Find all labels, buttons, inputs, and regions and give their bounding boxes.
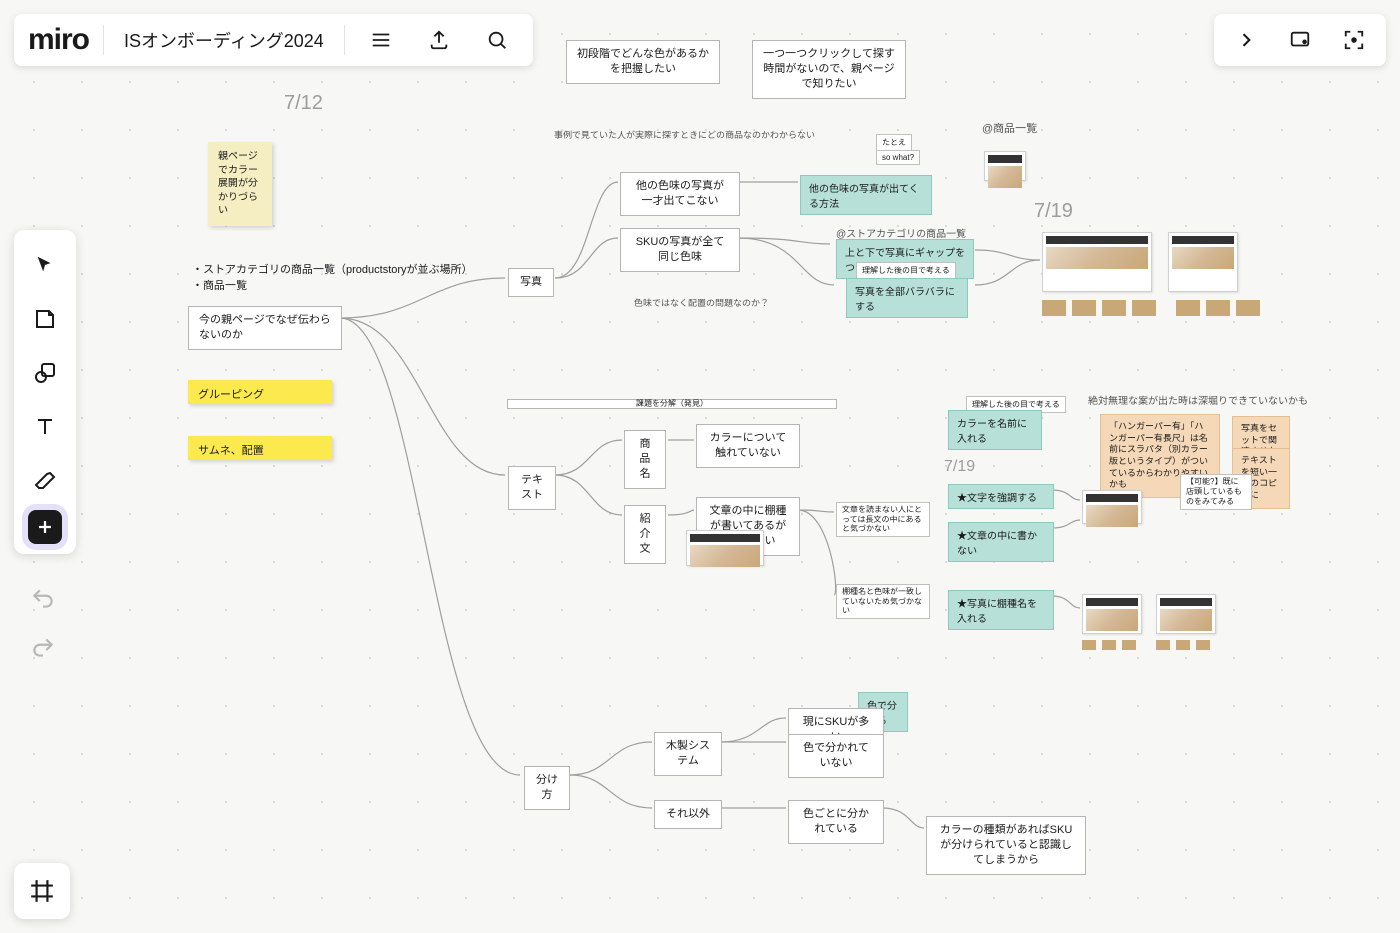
topbar-left: miro ISオンボーディング2024 [14,14,533,66]
topbar-right [1214,14,1386,66]
undo-icon[interactable] [30,586,56,617]
whitebox-possible[interactable]: 【可能?】既に店頭しているものをみてみる [1180,474,1252,510]
text-store-category: ・ストアカテゴリの商品一覧（productstoryが並ぶ場所） [192,263,473,278]
eraser-tool[interactable] [20,456,70,506]
teal-photo-shelf-name[interactable]: ★写真に棚種名を入れる [948,590,1054,630]
caption-absurd: 絶対無理な案が出た時は深堀りできていないかも [1088,392,1308,407]
node-no-color-mention[interactable]: カラーについて触れていない [696,424,800,468]
teal-colorname[interactable]: カラーを名前に入れる [948,410,1042,450]
teal-emphasize[interactable]: ★文字を強調する [948,484,1054,509]
node-not-split-color[interactable]: 色で分かれていない [788,734,884,778]
teal-not-inline[interactable]: ★文章の中に書かない [948,522,1054,562]
frame-tool[interactable] [14,863,70,919]
node-perceived-split[interactable]: カラーの種類があればSKUが分けられていると認識してしまうから [926,816,1086,875]
shape-tool[interactable] [20,348,70,398]
tool-rail [14,230,76,554]
date-719a: 7/19 [1034,200,1073,223]
undo-redo [18,586,68,666]
caption-case: 事例で見ていた人が実際に探すときにどの商品なのかわからない [554,128,815,141]
node-header-strip[interactable]: 課題を分解（発見） [507,399,837,409]
fit-view-icon[interactable] [1332,18,1376,62]
divider [103,25,104,55]
node-wood-system[interactable]: 木製システム [654,732,722,776]
caption-products: @商品一覧 [982,120,1037,136]
node-split-by-color[interactable]: 色ごとに分かれている [788,800,884,844]
sticky-thumbnail[interactable]: サムネ、配置 [188,436,332,460]
thumbnail-b[interactable] [1042,232,1152,292]
menu-icon[interactable] [359,18,403,62]
thumbnail-f[interactable] [1156,594,1216,634]
export-icon[interactable] [417,18,461,62]
presentation-icon[interactable] [1278,18,1322,62]
text-product-list: ・商品一覧 [192,279,247,294]
swatch-row-3 [1082,640,1136,650]
node-photo-a[interactable]: 他の色味の写真が一才出てこない [620,172,740,216]
redo-icon[interactable] [30,635,56,666]
tag-sowhat[interactable]: so what? [876,150,920,165]
chevron-right-icon[interactable] [1224,18,1268,62]
miro-logo[interactable]: miro [28,23,89,57]
node-product-name[interactable]: 商品名 [624,430,666,489]
thumbnail-d[interactable] [1082,490,1142,524]
thumbnail-intro[interactable] [686,530,764,566]
caption-store-category: @ストアカテゴリの商品一覧 [836,225,966,240]
node-introduction[interactable]: 紹介文 [624,505,666,564]
node-photo[interactable]: 写真 [508,268,554,297]
select-tool[interactable] [20,240,70,290]
node-photo-b[interactable]: SKUの写真が全て同じ色味 [620,228,740,272]
date-719b: 7/19 [944,458,975,476]
add-tool[interactable] [28,510,62,544]
thumbnail-e[interactable] [1082,594,1142,634]
teal-shuffle[interactable]: 写真を全部バラバラにする [846,278,968,318]
swatch-row-2 [1176,300,1260,316]
node-text[interactable]: テキスト [508,466,556,510]
swatch-row-4 [1156,640,1210,650]
tiny-long-text[interactable]: 文章を読まない人にとっては長文の中にあると気づかない [836,502,930,537]
thumbnail-c[interactable] [1168,232,1238,292]
text-tool[interactable] [20,402,70,452]
date-712: 7/12 [284,92,323,115]
tiny-mismatch[interactable]: 棚種名と色味が一致していないため気づかない [836,584,930,619]
sticky-note-tool[interactable] [20,294,70,344]
node-split[interactable]: 分け方 [524,766,570,810]
label-after-understand-1: 理解した後の目で考える [856,262,956,279]
search-icon[interactable] [475,18,519,62]
board-title[interactable]: ISオンボーディング2024 [118,27,330,53]
thumbnail-a[interactable] [984,151,1026,181]
sticky-parent-page[interactable]: 親ページでカラー展開が分かりづらい [208,142,272,226]
tag-tatoe[interactable]: たとえ [876,134,912,151]
node-initial-colors[interactable]: 初段階でどんな色があるかを把握したい [566,40,720,84]
swatch-row-1 [1042,300,1156,316]
caption-arrangement: 色味ではなく配置の問題なのか？ [634,296,769,309]
divider [344,25,345,55]
node-other[interactable]: それ以外 [654,800,722,829]
sticky-grouping[interactable]: グルーピング [188,380,332,404]
node-one-click[interactable]: 一つ一つクリックして探す時間がないので、親ページで知りたい [752,40,906,99]
teal-other-colors-method[interactable]: 他の色味の写真が出てくる方法 [800,175,932,215]
node-root[interactable]: 今の親ページでなぜ伝わらないのか [188,306,342,350]
